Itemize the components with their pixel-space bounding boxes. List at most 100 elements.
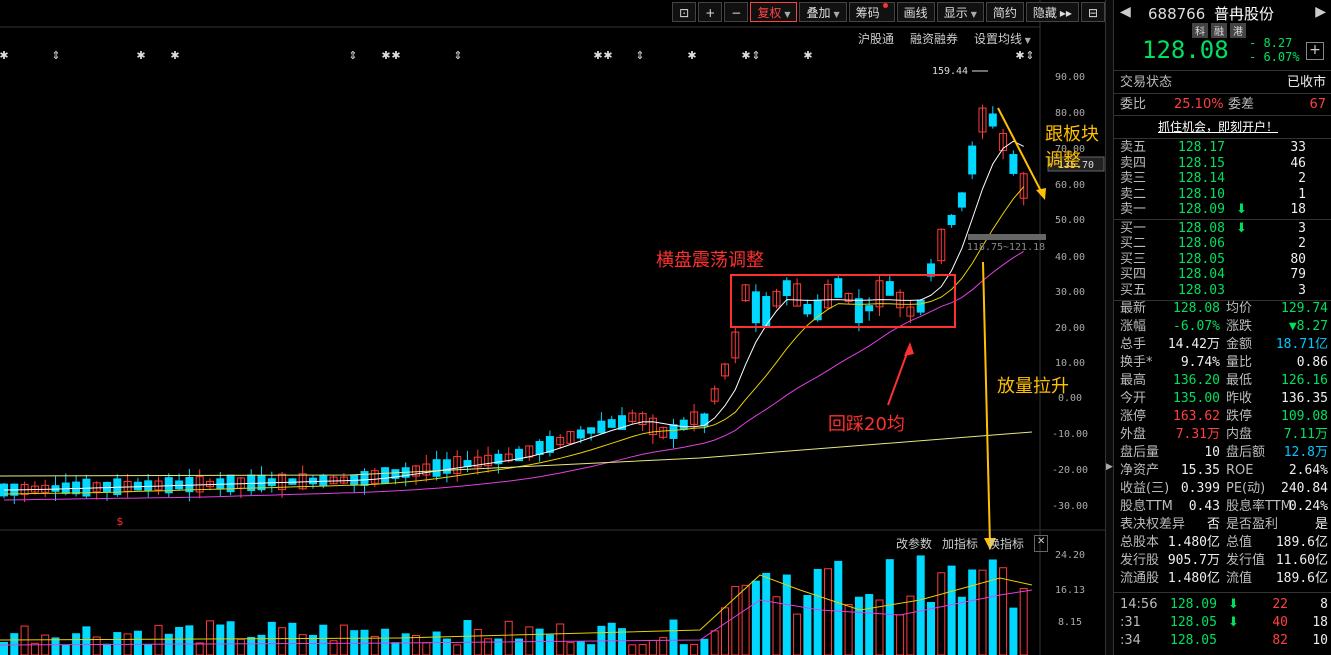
ma-settings-link[interactable]: 设置均线 ▼ bbox=[974, 30, 1031, 47]
lock-button[interactable]: ⊡ bbox=[672, 2, 697, 22]
kline-chart[interactable]: 90.00 80.00 70.00 60.00 50.00 40.00 30.00 20.00… bbox=[0, 0, 1105, 655]
switch-indicator-button[interactable]: 换指标 bbox=[988, 535, 1024, 552]
ask-row[interactable]: 卖四 128.15 46 bbox=[1114, 156, 1331, 172]
candle-body bbox=[607, 419, 616, 428]
tick-row: :31 128.05 ⬇ 40 18 bbox=[1114, 614, 1331, 632]
volume-bar bbox=[494, 638, 503, 655]
volume-bar bbox=[504, 620, 513, 655]
ask-price: 128.17 bbox=[1178, 140, 1225, 155]
forward-arrow-icon[interactable]: ▶ bbox=[1315, 4, 1326, 20]
volume-bar bbox=[175, 626, 184, 655]
quote-panel: ◀ ▶ 688766 普冉股份 科 融 港 128.08 - 8.27 - 6.… bbox=[1113, 0, 1331, 655]
volume-bar bbox=[401, 633, 410, 655]
down-arrow-icon: ⬇ bbox=[1236, 202, 1247, 217]
tick-volume: 82 bbox=[1272, 633, 1288, 648]
price-axis-tick: 80.00 bbox=[1055, 108, 1085, 119]
price-axis-tick: 90.00 bbox=[1055, 72, 1085, 83]
status-value: 已收市 bbox=[1286, 75, 1326, 90]
bid-row[interactable]: 买三 128.05 80 bbox=[1114, 252, 1331, 268]
overlay-button[interactable]: 叠加 ▼ bbox=[799, 2, 847, 22]
volume-bar bbox=[381, 628, 390, 655]
volume-bar bbox=[288, 622, 297, 655]
down-arrow-icon: ⬇ bbox=[1236, 220, 1247, 236]
candle-body bbox=[957, 192, 966, 208]
candle-body bbox=[267, 478, 276, 487]
ask-volume: 33 bbox=[1290, 140, 1306, 155]
collapse-button[interactable]: ⊟ bbox=[1080, 2, 1105, 22]
zoom-in-button[interactable]: + bbox=[698, 2, 723, 22]
ask-row[interactable]: 卖五 128.17 33 bbox=[1114, 140, 1331, 156]
bid-row[interactable]: 买五 128.03 3 bbox=[1114, 283, 1331, 299]
stat-value: 189.6亿 bbox=[1275, 571, 1328, 586]
simple-button[interactable]: 简约 bbox=[985, 2, 1024, 22]
volume-bar bbox=[1019, 588, 1028, 655]
ask-row[interactable]: 卖一 128.09 ⬇ 18 bbox=[1114, 202, 1331, 218]
annotation-volume: 放量拉升 bbox=[997, 376, 1069, 397]
volume-bar bbox=[999, 567, 1008, 655]
add-indicator-button[interactable]: 加指标 bbox=[942, 535, 978, 552]
change-abs: - 8.27 bbox=[1249, 36, 1293, 50]
stat-label: 涨幅 bbox=[1120, 319, 1147, 334]
stat-label: 外盘 bbox=[1120, 427, 1147, 442]
stat-value: 240.84 bbox=[1281, 481, 1328, 496]
stat-label: 流通股 bbox=[1120, 571, 1160, 586]
candle-body bbox=[669, 424, 678, 439]
volume-bar bbox=[185, 625, 194, 655]
bid-row[interactable]: 买一 128.08 ⬇ 3 bbox=[1114, 221, 1331, 237]
chips-button[interactable]: 筹码 bbox=[848, 2, 895, 22]
ask-row[interactable]: 卖三 128.14 2 bbox=[1114, 171, 1331, 187]
candle-body bbox=[133, 481, 142, 491]
bid-price: 128.06 bbox=[1178, 236, 1225, 251]
volume-bar bbox=[278, 627, 287, 655]
event-marker-icon: ⇕ bbox=[635, 49, 644, 62]
margin-link[interactable]: 融资融券 bbox=[910, 30, 958, 47]
add-watchlist-button[interactable]: + bbox=[1306, 42, 1324, 60]
volume-bar bbox=[710, 630, 719, 655]
ask-price: 128.15 bbox=[1178, 155, 1225, 171]
stat-row: 今开 135.00 昨收 136.35 bbox=[1114, 390, 1331, 408]
stat-value: 126.16 bbox=[1281, 373, 1328, 388]
chevron-down-icon: ▼ bbox=[1022, 36, 1031, 45]
back-arrow-icon[interactable]: ◀ bbox=[1120, 4, 1131, 20]
stat-value: -6.07% bbox=[1173, 319, 1220, 334]
stock-title: 688766 普冉股份 bbox=[1148, 3, 1274, 24]
hide-button[interactable]: 隐藏 ▸▸ bbox=[1025, 2, 1079, 22]
bid-row[interactable]: 买四 128.04 79 bbox=[1114, 267, 1331, 283]
fuquan-button[interactable]: 复权 ▼ bbox=[750, 2, 798, 22]
kline-svg[interactable]: 90.0080.0070.0060.0050.0040.0030.0020.00… bbox=[0, 0, 1105, 655]
range-label: 118.75~121.18 bbox=[967, 242, 1045, 253]
stat-label: 内盘 bbox=[1226, 427, 1253, 442]
tick-price: 128.05 bbox=[1170, 615, 1217, 630]
promo-link[interactable]: 抓住机会，即刻开户！ bbox=[1158, 118, 1278, 136]
ask-row[interactable]: 卖二 128.10 1 bbox=[1114, 187, 1331, 203]
high-marker-label: 159.44 bbox=[932, 66, 968, 77]
event-marker-icon: ✱ bbox=[391, 49, 400, 62]
chart-subtools: 沪股通 融资融券 设置均线 ▼ bbox=[858, 30, 1031, 47]
ask-volume: 18 bbox=[1290, 202, 1306, 217]
stat-value: 128.08 bbox=[1173, 301, 1220, 316]
notification-dot-icon bbox=[882, 3, 888, 8]
edit-params-button[interactable]: 改参数 bbox=[896, 535, 932, 552]
close-icon[interactable]: ✕ bbox=[1034, 535, 1049, 552]
ask-price: 128.14 bbox=[1178, 171, 1225, 186]
volume-bar bbox=[896, 614, 905, 655]
hk-connect-link[interactable]: 沪股通 bbox=[858, 30, 894, 47]
candle-body bbox=[968, 145, 977, 175]
stat-label: 量比 bbox=[1226, 355, 1253, 370]
stat-label: 净资产 bbox=[1120, 463, 1160, 478]
bid-row[interactable]: 买二 128.06 2 bbox=[1114, 236, 1331, 252]
ma10-line bbox=[3, 186, 1025, 495]
draw-line-button[interactable]: 画线 bbox=[896, 2, 935, 22]
candle-body bbox=[51, 485, 60, 492]
stat-value: 1.480亿 bbox=[1167, 571, 1220, 586]
candle-body bbox=[854, 298, 863, 324]
candle-body bbox=[1009, 154, 1018, 174]
volume-bar bbox=[721, 607, 729, 655]
stat-value: 是 bbox=[1314, 517, 1328, 532]
zoom-out-button[interactable]: − bbox=[724, 2, 749, 22]
volume-bar bbox=[453, 644, 462, 655]
display-button[interactable]: 显示 ▼ bbox=[936, 2, 984, 22]
ask-label: 卖一 bbox=[1120, 202, 1147, 217]
chevron-down-icon: ▼ bbox=[784, 10, 791, 19]
candle-body bbox=[751, 291, 760, 324]
